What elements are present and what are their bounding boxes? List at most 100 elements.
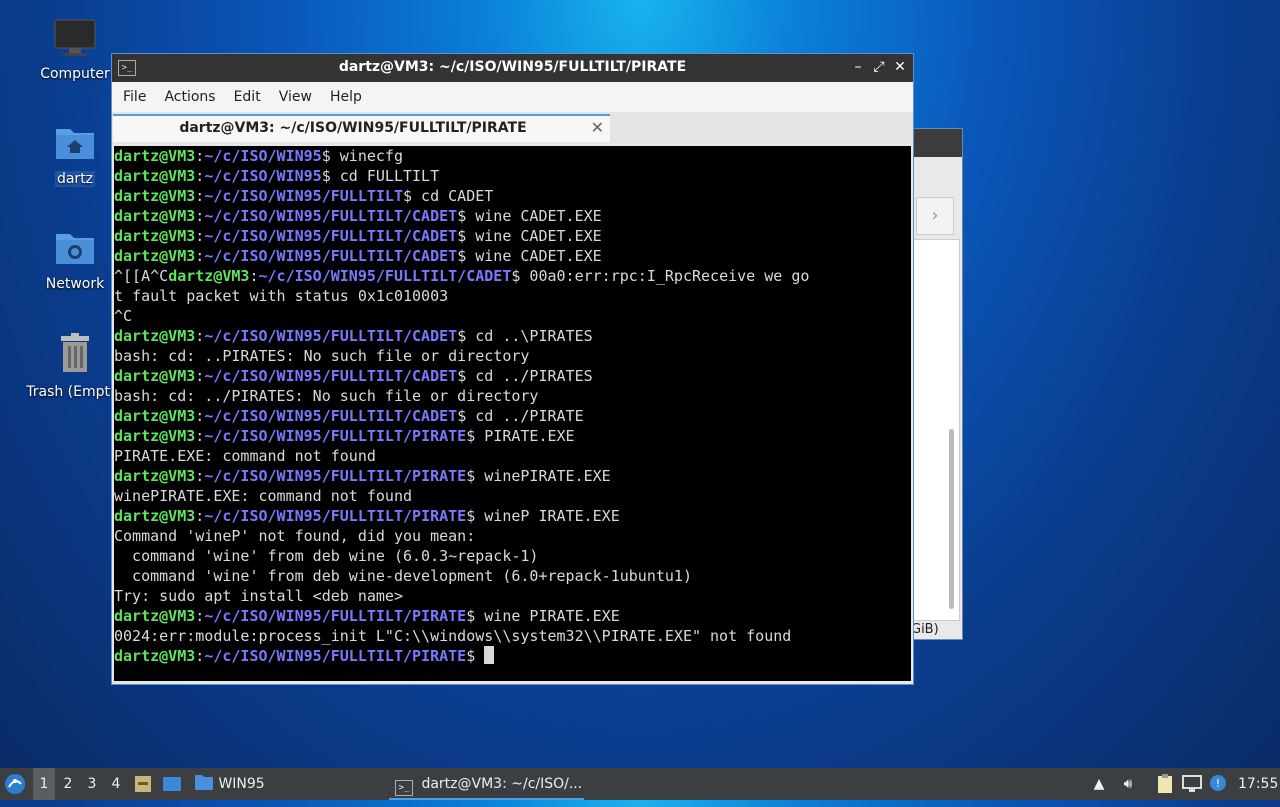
window-title: dartz@VM3: ~/c/ISO/WIN95/FULLTILT/PIRATE <box>338 59 687 75</box>
volume-icon[interactable]: 🔊︎ <box>1118 768 1138 800</box>
forward-button[interactable]: › <box>916 197 954 235</box>
workspace-4[interactable]: 4 <box>105 768 127 800</box>
prompt-path: ~/c/ISO/WIN95/FULLTILT/PIRATE <box>204 467 467 485</box>
prompt-user: dartz@VM3 <box>114 207 196 225</box>
terminal-line: dartz@VM3:~/c/ISO/WIN95/FULLTILT/CADET$ … <box>114 327 593 345</box>
terminal-line: PIRATE.EXE: command not found <box>114 447 376 465</box>
prompt-path: ~/c/ISO/WIN95/FULLTILT/CADET <box>204 227 458 245</box>
terminal-line: Try: sudo apt install <deb name> <box>114 587 403 605</box>
desktop-icon-label: Computer <box>40 66 110 82</box>
monitor-icon <box>54 19 96 56</box>
prompt-user: dartz@VM3 <box>114 327 196 345</box>
terminal-window[interactable]: >_ dartz@VM3: ~/c/ISO/WIN95/FULLTILT/PIR… <box>111 53 914 685</box>
menu-help[interactable]: Help <box>321 89 371 105</box>
tab-close-icon[interactable]: ✕ <box>591 118 604 137</box>
desktop-icon-home[interactable]: dartz <box>25 123 125 187</box>
prompt-path: ~/c/ISO/WIN95/FULLTILT/CADET <box>204 247 458 265</box>
show-desktop-button[interactable] <box>162 768 184 800</box>
workspace-2[interactable]: 2 <box>57 768 79 800</box>
terminal-line: dartz@VM3:~/c/ISO/WIN95$ winecfg <box>114 147 403 165</box>
tab-label: dartz@VM3: ~/c/ISO/WIN95/FULLTILT/PIRATE <box>179 120 527 136</box>
taskbar-terminal-button[interactable]: >_ dartz@VM3: ~/c/ISO/... <box>389 768 584 800</box>
desktop-icon-computer[interactable]: Computer <box>25 18 125 82</box>
taskbar-terminal-label: dartz@VM3: ~/c/ISO/... <box>421 776 583 792</box>
terminal-line: bash: cd: ..PIRATES: No such file or dir… <box>114 347 530 365</box>
prompt-path: ~/c/ISO/WIN95/FULLTILT/PIRATE <box>204 607 467 625</box>
file-cabinet-icon <box>135 776 151 792</box>
minimize-button[interactable]: – <box>849 58 867 76</box>
prompt-user: dartz@VM3 <box>114 187 196 205</box>
updates-icon[interactable]: ! <box>1209 768 1229 800</box>
clipboard-icon[interactable] <box>1156 768 1176 800</box>
prompt-path: ~/c/ISO/WIN95/FULLTILT <box>204 187 403 205</box>
terminal-line: winePIRATE.EXE: command not found <box>114 487 413 505</box>
menu-edit[interactable]: Edit <box>225 89 270 105</box>
prompt-user: dartz@VM3 <box>114 507 196 525</box>
terminal-line: ^[[A^Cdartz@VM3:~/c/ISO/WIN95/FULLTILT/C… <box>114 267 810 285</box>
desktop-icon-label: Trash (Empty) <box>26 384 124 400</box>
workspace-1[interactable]: 1 <box>33 768 55 800</box>
terminal-line: ^C <box>114 307 133 325</box>
network-icon[interactable] <box>1182 768 1204 800</box>
prompt-user: dartz@VM3 <box>114 247 196 265</box>
terminal-line: dartz@VM3:~/c/ISO/WIN95/FULLTILT/CADET$ … <box>114 227 602 245</box>
prompt-user: dartz@VM3 <box>168 267 250 285</box>
workspace-3[interactable]: 3 <box>81 768 103 800</box>
prompt-user: dartz@VM3 <box>114 147 196 165</box>
terminal-line: dartz@VM3:~/c/ISO/WIN95/FULLTILT/PIRATE$ <box>114 646 911 666</box>
menu-actions[interactable]: Actions <box>155 89 224 105</box>
taskbar-folder-win95[interactable]: WIN95 <box>194 768 374 800</box>
network-folder-icon <box>56 234 94 264</box>
terminal-line: command 'wine' from deb wine-development… <box>114 567 692 585</box>
terminal-line: dartz@VM3:~/c/ISO/WIN95/FULLTILT/CADET$ … <box>114 247 602 265</box>
menu-file[interactable]: File <box>114 89 155 105</box>
prompt-user: dartz@VM3 <box>114 467 196 485</box>
tab-bar: dartz@VM3: ~/c/ISO/WIN95/FULLTILT/PIRATE… <box>112 112 913 144</box>
clock[interactable]: 17:55 <box>1238 768 1278 800</box>
prompt-path: ~/c/ISO/WIN95/FULLTILT/CADET <box>204 327 458 345</box>
desktop-icon-label: Network <box>45 276 105 292</box>
console-text: dartz@VM3:~/c/ISO/WIN95$ winecfg dartz@VM… <box>114 146 911 666</box>
text-cursor <box>484 646 495 664</box>
terminal-line: dartz@VM3:~/c/ISO/WIN95/FULLTILT/PIRATE$… <box>114 607 620 625</box>
prompt-path: ~/c/ISO/WIN95 <box>204 167 322 185</box>
svg-text:!: ! <box>1216 777 1220 790</box>
scrollbar[interactable] <box>949 429 954 609</box>
terminal-line: dartz@VM3:~/c/ISO/WIN95/FULLTILT$ cd CAD… <box>114 187 494 205</box>
taskbar: 1 2 3 4 WIN95 >_ dartz@VM3: ~/c/ISO/... … <box>0 768 1280 800</box>
tray-up-arrow-icon[interactable]: ▲ <box>1090 768 1108 800</box>
prompt-path: ~/c/ISO/WIN95 <box>204 147 322 165</box>
taskbar-folder-label: WIN95 <box>218 776 265 792</box>
prompt-path: ~/c/ISO/WIN95/FULLTILT/PIRATE <box>204 647 467 665</box>
prompt-path: ~/c/ISO/WIN95/FULLTILT/PIRATE <box>204 507 467 525</box>
terminal-tab[interactable]: dartz@VM3: ~/c/ISO/WIN95/FULLTILT/PIRATE… <box>113 114 610 142</box>
menu-view[interactable]: View <box>270 89 321 105</box>
trash-icon <box>61 333 89 372</box>
close-button[interactable]: ✕ <box>891 58 909 76</box>
terminal-line: dartz@VM3:~/c/ISO/WIN95/FULLTILT/CADET$ … <box>114 367 593 385</box>
terminal-line: dartz@VM3:~/c/ISO/WIN95/FULLTILT/PIRATE$… <box>114 507 620 525</box>
prompt-user: dartz@VM3 <box>114 607 196 625</box>
menu-bar: File Actions Edit View Help <box>112 82 913 112</box>
terminal-output[interactable]: dartz@VM3:~/c/ISO/WIN95$ winecfg dartz@VM… <box>114 146 911 681</box>
file-manager-launcher[interactable] <box>133 768 155 800</box>
desktop-icon-trash[interactable]: Trash (Empty) <box>25 332 125 400</box>
terminal-line: dartz@VM3:~/c/ISO/WIN95/FULLTILT/PIRATE$… <box>114 427 575 445</box>
terminal-line: 0024:err:module:process_init L"C:\\windo… <box>114 627 792 645</box>
terminal-line: dartz@VM3:~/c/ISO/WIN95/FULLTILT/PIRATE$… <box>114 467 611 485</box>
terminal-line: Command 'wineP' not found, did you mean: <box>114 527 476 545</box>
background-window-titlebar[interactable] <box>906 129 962 157</box>
start-menu-button[interactable] <box>4 768 28 800</box>
terminal-line: dartz@VM3:~/c/ISO/WIN95/FULLTILT/CADET$ … <box>114 407 584 425</box>
lubuntu-logo-icon <box>5 774 25 794</box>
window-titlebar[interactable]: >_ dartz@VM3: ~/c/ISO/WIN95/FULLTILT/PIR… <box>112 54 913 82</box>
terminal-line: command 'wine' from deb wine (6.0.3~repa… <box>114 547 539 565</box>
prompt-path: ~/c/ISO/WIN95/FULLTILT/CADET <box>258 267 512 285</box>
maximize-button[interactable]: ⤢ <box>870 58 888 76</box>
prompt-user: dartz@VM3 <box>114 367 196 385</box>
prompt-path: ~/c/ISO/WIN95/FULLTILT/CADET <box>204 407 458 425</box>
desktop-icon-label: dartz <box>54 171 96 187</box>
status-text: GiB) <box>911 622 939 637</box>
desktop-icon <box>163 777 181 791</box>
desktop-icon-network[interactable]: Network <box>25 228 125 292</box>
